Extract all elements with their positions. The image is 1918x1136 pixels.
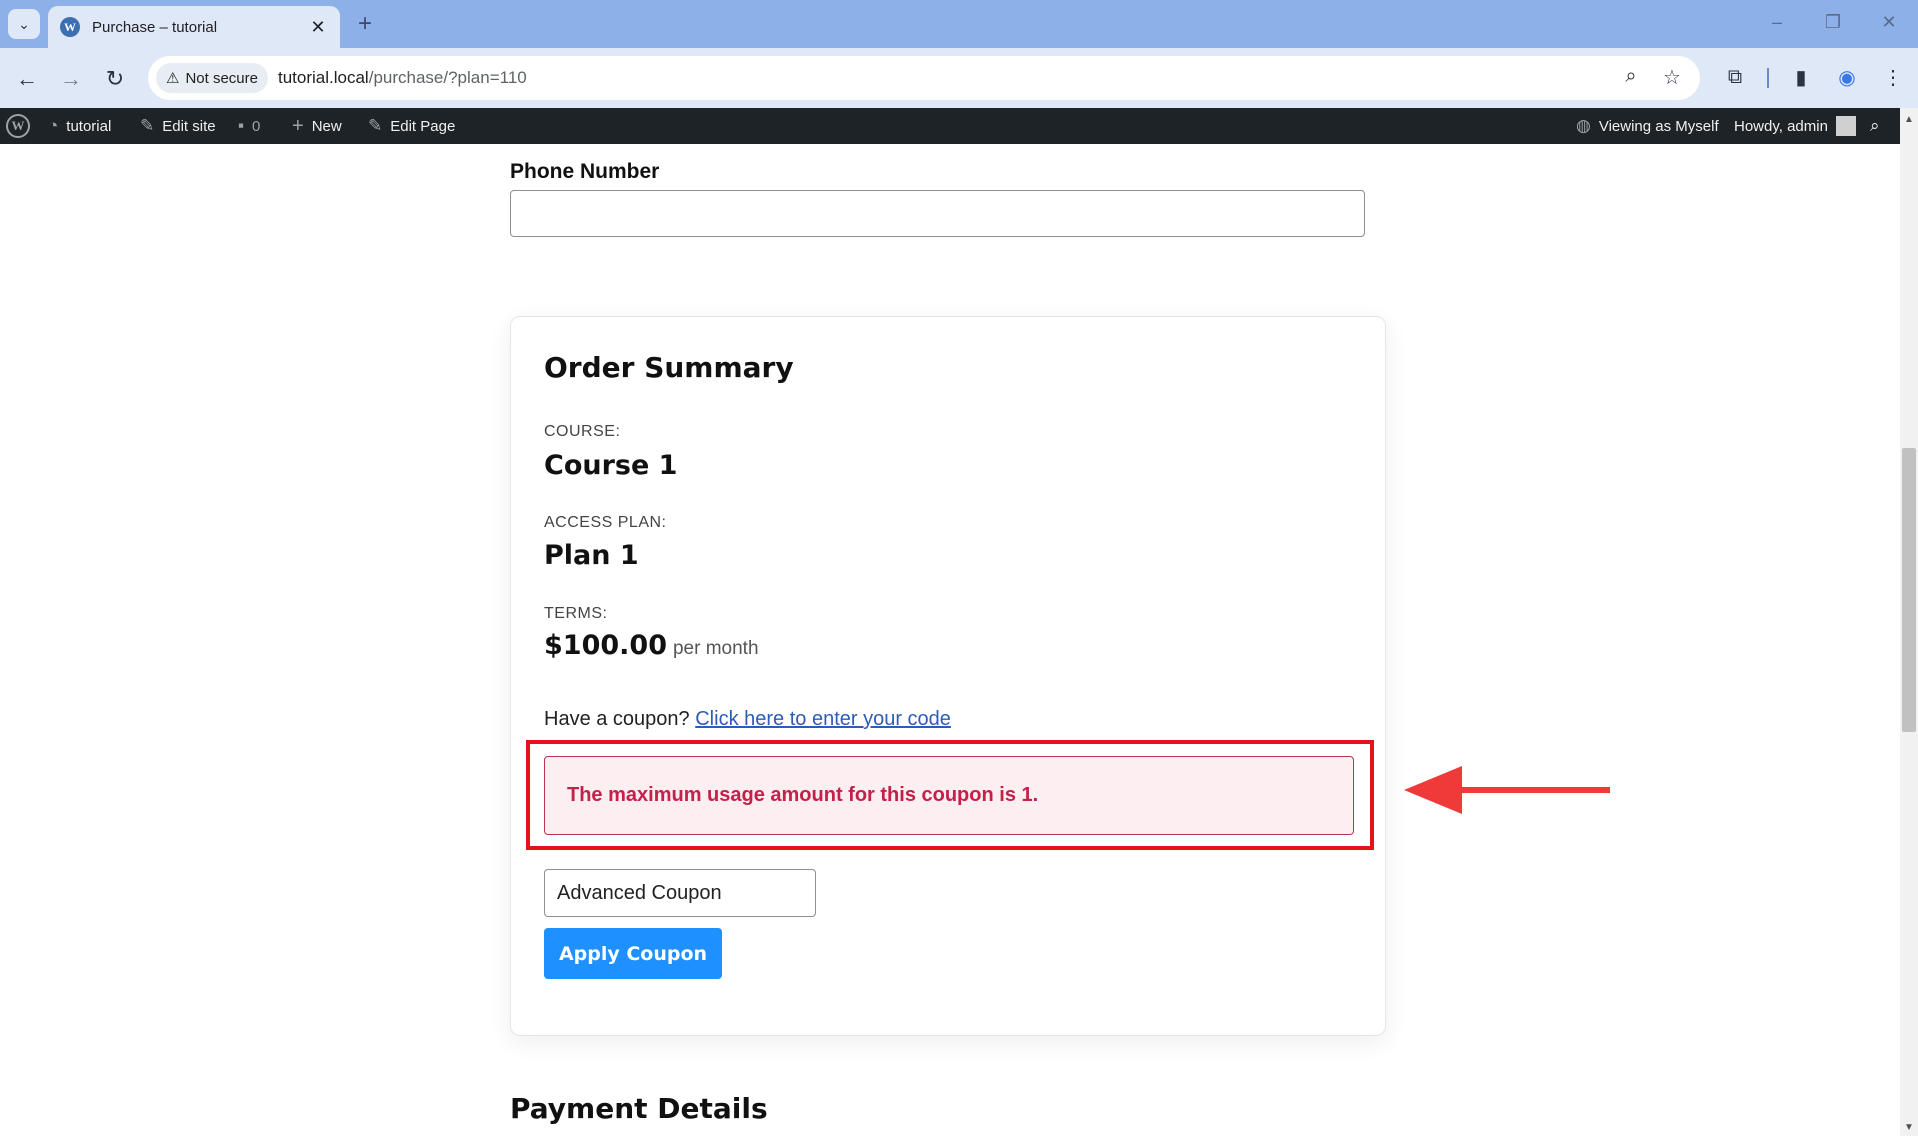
- coupon-error-message: The maximum usage amount for this coupon…: [567, 784, 1039, 806]
- comments-link[interactable]: ▪ 0: [238, 108, 260, 144]
- browser-tab[interactable]: W Purchase – tutorial ✕: [48, 6, 340, 48]
- new-label: New: [311, 117, 342, 135]
- annotation-arrow-icon: [1404, 766, 1610, 814]
- url-text[interactable]: tutorial.local/purchase/?plan=110: [278, 68, 527, 88]
- security-chip[interactable]: ⚠ Not secure: [156, 63, 268, 93]
- howdy-label: Howdy, admin: [1734, 117, 1828, 135]
- back-icon[interactable]: ←: [10, 62, 44, 96]
- account-menu[interactable]: Howdy, admin: [1734, 108, 1856, 144]
- phone-number-label: Phone Number: [510, 160, 660, 183]
- comment-icon: ▪: [238, 116, 245, 135]
- coupon-error-notice: The maximum usage amount for this coupon…: [544, 756, 1354, 835]
- restore-icon[interactable]: ❐: [1818, 12, 1848, 33]
- viewing-as-menu[interactable]: ◍ Viewing as Myself: [1576, 108, 1719, 144]
- enter-coupon-link[interactable]: Click here to enter your code: [695, 708, 951, 730]
- tab-search-button[interactable]: ⌄: [8, 9, 40, 39]
- globe-icon: ◍: [1576, 116, 1591, 135]
- profile-icon[interactable]: ◉: [1832, 62, 1862, 92]
- wp-logo-menu[interactable]: W: [6, 108, 30, 144]
- course-value: Course 1: [544, 450, 678, 481]
- tab-strip: ⌄ W Purchase – tutorial ✕ + – ❐ ✕: [0, 0, 1918, 48]
- coupon-prompt: Have a coupon? Click here to enter your …: [544, 708, 951, 731]
- menu-icon[interactable]: ⋮: [1878, 62, 1908, 92]
- brush-icon: ✎: [140, 116, 155, 135]
- payment-details-title: Payment Details: [510, 1092, 768, 1125]
- site-name: tutorial: [66, 117, 112, 135]
- access-plan-value: Plan 1: [544, 540, 639, 571]
- url-path: /purchase/?plan=110: [368, 68, 527, 87]
- coupon-prompt-text: Have a coupon?: [544, 708, 690, 730]
- price-amount: $100.00: [544, 630, 667, 661]
- site-name-menu[interactable]: ◔ tutorial: [48, 108, 111, 144]
- wp-admin-bar: W ◔ tutorial ✎ Edit site ▪ 0 + New ✎ Edi…: [0, 108, 1918, 144]
- search-icon: ⌕: [1870, 116, 1880, 135]
- course-label: COURSE:: [544, 423, 621, 440]
- terms-label: TERMS:: [544, 605, 608, 622]
- screen: ⌄ W Purchase – tutorial ✕ + – ❐ ✕ ← → ↻ …: [0, 0, 1918, 1136]
- avatar: [1835, 116, 1856, 136]
- wordpress-favicon-icon: W: [60, 17, 80, 37]
- dashboard-icon: ◔: [48, 116, 59, 135]
- side-panel-icon[interactable]: ▮: [1786, 62, 1816, 92]
- access-plan-label: ACCESS PLAN:: [544, 514, 667, 531]
- order-summary-title: Order Summary: [544, 351, 794, 384]
- plus-icon: +: [292, 114, 304, 137]
- edit-site-link[interactable]: ✎ Edit site: [140, 108, 216, 144]
- extensions-icon[interactable]: ⧉: [1720, 62, 1750, 92]
- price-period: per month: [672, 638, 759, 659]
- scrollbar-thumb[interactable]: [1902, 448, 1916, 732]
- forward-icon[interactable]: →: [54, 62, 88, 96]
- browser-toolbar: ← → ↻ ⚠ Not secure tutorial.local/purcha…: [0, 48, 1918, 108]
- bookmark-star-icon[interactable]: ☆: [1659, 65, 1685, 90]
- chevron-down-icon: ⌄: [18, 15, 30, 32]
- coupon-code-input[interactable]: [544, 869, 816, 917]
- pencil-icon: ✎: [368, 116, 383, 135]
- security-label: Not secure: [185, 69, 258, 87]
- scroll-up-icon[interactable]: ▲: [1900, 112, 1918, 128]
- apply-coupon-button[interactable]: Apply Coupon: [544, 928, 722, 979]
- new-tab-button[interactable]: +: [352, 10, 378, 38]
- edit-page-label: Edit Page: [390, 117, 456, 135]
- reload-icon[interactable]: ↻: [98, 62, 132, 96]
- tab-title: Purchase – tutorial: [92, 18, 218, 36]
- edit-page-link[interactable]: ✎ Edit Page: [368, 108, 455, 144]
- new-content-menu[interactable]: + New: [292, 108, 342, 144]
- url-host: tutorial.local: [278, 68, 369, 87]
- zoom-icon[interactable]: ⌕: [1618, 65, 1644, 88]
- close-icon[interactable]: ✕: [308, 17, 328, 38]
- comments-count: 0: [252, 117, 261, 135]
- price: $100.00 per month: [544, 630, 759, 661]
- minimize-icon[interactable]: –: [1762, 12, 1792, 33]
- address-bar[interactable]: ⚠ Not secure tutorial.local/purchase/?pl…: [148, 56, 1700, 100]
- toolbar-divider: [1767, 68, 1769, 88]
- window-close-icon[interactable]: ✕: [1874, 12, 1904, 33]
- phone-number-input[interactable]: [510, 190, 1365, 237]
- scroll-down-icon[interactable]: ▼: [1900, 1120, 1918, 1136]
- admin-search[interactable]: ⌕: [1870, 108, 1880, 144]
- edit-site-label: Edit site: [162, 117, 216, 135]
- wordpress-logo-icon: W: [6, 114, 30, 138]
- viewing-as-label: Viewing as Myself: [1598, 117, 1719, 135]
- warning-icon: ⚠: [166, 70, 180, 87]
